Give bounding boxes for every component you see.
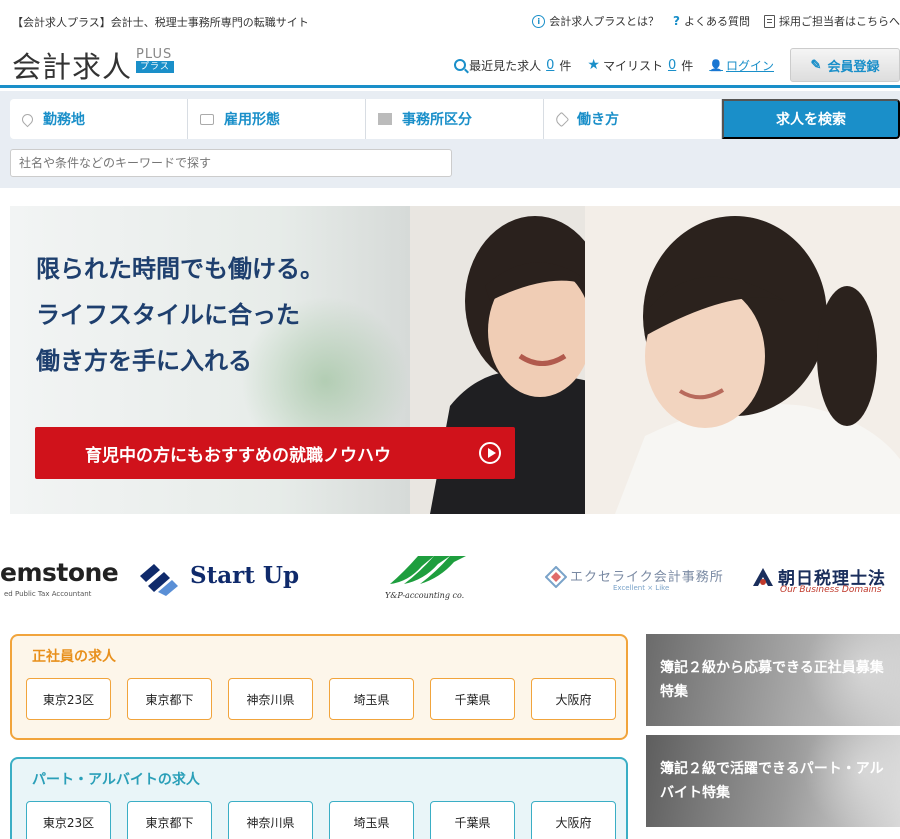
document-icon (764, 14, 775, 28)
search-icon (454, 59, 467, 71)
feature-banner-fulltime-title: 簿記２級から応募できる正社員募集特集 (660, 660, 884, 700)
fulltime-area-button[interactable]: 東京都下 (127, 678, 212, 720)
site-tagline: 【会計求人プラス】会計士、税理士事務所専門の転職サイト (12, 16, 309, 29)
site-logo[interactable]: 会計求人 PLUS プラス (12, 44, 174, 86)
fulltime-jobs-title: 正社員の求人 (32, 649, 116, 665)
faq-link[interactable]: ? よくある質問 (673, 13, 750, 29)
logo-gemstone-sub: ed Public Tax Accountant (4, 590, 92, 598)
register-button[interactable]: ✎ 会員登録 (790, 48, 900, 82)
logo-kana-text: プラス (136, 61, 174, 73)
parttime-area-button[interactable]: 千葉県 (430, 801, 515, 839)
top-strip: 【会計求人プラス】会計士、税理士事務所専門の転職サイト i 会計求人プラスとは？… (0, 0, 900, 40)
recruiter-link[interactable]: 採用ご担当者はこちらへ (764, 13, 900, 29)
filter-office-label: 事務所区分 (402, 112, 472, 128)
recent-jobs-count: 0 (546, 57, 555, 73)
logo-text: 会計求人 (12, 50, 133, 84)
filter-employment-type[interactable]: 雇用形態 (188, 99, 366, 139)
hero-line-1: 限られた時間でも働ける。 (36, 255, 324, 283)
hero-cta-label: 育児中の方にもおすすめの就職ノウハウ (85, 445, 391, 466)
filter-work-style[interactable]: 働き方 (544, 99, 722, 139)
parttime-area-list: 東京23区 東京都下 神奈川県 埼玉県 千葉県 大阪府 (26, 801, 616, 839)
header-nav: 最近見た求人 0 件 ★ マイリスト 0 件 👤 ログイン ✎ 会員登録 (454, 48, 900, 82)
parttime-area-button[interactable]: 神奈川県 (228, 801, 313, 839)
hero-line-3: 働き方を手に入れる (36, 347, 252, 375)
site-header: 会計求人 PLUS プラス 最近見た求人 0 件 ★ マイリスト 0 件 👤 ロ… (0, 40, 900, 88)
recent-jobs-label: 最近見た求人 (469, 58, 542, 73)
star-icon: ★ (587, 57, 600, 73)
fulltime-area-button[interactable]: 埼玉県 (329, 678, 414, 720)
job-search-button[interactable]: 求人を検索 (722, 99, 900, 139)
feature-banner-fulltime[interactable]: 簿記２級から応募できる正社員募集特集 (646, 634, 900, 726)
keyword-search-input[interactable] (10, 149, 452, 177)
parttime-jobs-title: パート・アルバイトの求人 (32, 772, 200, 788)
logo-asahi-sub: Our Business Domains (780, 585, 882, 595)
feature-banner-parttime[interactable]: 簿記２級で活躍できるパート・アルバイト特集 (646, 735, 900, 827)
logo-excelike[interactable]: エクセライク会計事務所 (570, 566, 724, 585)
login-link[interactable]: 👤 ログイン (709, 57, 774, 74)
yp-mark-icon (390, 556, 466, 584)
about-link-label: 会計求人プラスとは？ (549, 15, 660, 28)
hero-headline: 限られた時間でも働ける。 ライフスタイルに合った 働き方を手に入れる (36, 246, 324, 384)
parttime-area-button[interactable]: 東京23区 (26, 801, 111, 839)
fulltime-area-button[interactable]: 東京23区 (26, 678, 111, 720)
parttime-area-button[interactable]: 埼玉県 (329, 801, 414, 839)
filter-location[interactable]: 勤務地 (10, 99, 188, 139)
tag-icon (553, 111, 570, 127)
parttime-jobs-section: パート・アルバイトの求人 東京23区 東京都下 神奈川県 埼玉県 千葉県 大阪府 (10, 757, 628, 839)
about-link[interactable]: i 会計求人プラスとは？ (532, 13, 659, 29)
fulltime-area-button[interactable]: 神奈川県 (228, 678, 313, 720)
building-icon (378, 113, 392, 125)
briefcase-icon (200, 113, 214, 125)
hero-line-2: ライフスタイルに合った (36, 301, 300, 329)
fulltime-area-button[interactable]: 千葉県 (430, 678, 515, 720)
fulltime-area-list: 東京23区 東京都下 神奈川県 埼玉県 千葉県 大阪府 (26, 678, 616, 720)
partner-logos: emstone ed Public Tax Accountant Start U… (0, 540, 900, 610)
filter-location-label: 勤務地 (43, 112, 85, 128)
parttime-area-button[interactable]: 東京都下 (127, 801, 212, 839)
recruiter-link-label: 採用ご担当者はこちらへ (779, 15, 900, 28)
startup-mark-icon (140, 564, 178, 596)
mylist-label: マイリスト (602, 58, 663, 73)
user-icon: 👤 (709, 58, 723, 72)
question-icon: ? (673, 14, 680, 28)
info-icon: i (532, 14, 546, 28)
asahi-mark-icon (753, 568, 773, 586)
fulltime-jobs-section: 正社員の求人 東京23区 東京都下 神奈川県 埼玉県 千葉県 大阪府 (10, 634, 628, 740)
pencil-icon: ✎ (810, 57, 822, 72)
logo-badge: PLUS プラス (136, 48, 174, 73)
mylist-unit: 件 (681, 58, 694, 73)
logo-yp-accounting[interactable]: Y&P-accounting co. (385, 591, 464, 600)
play-arrow-icon (479, 442, 501, 464)
login-label: ログイン (725, 58, 774, 73)
recent-jobs-link[interactable]: 最近見た求人 0 件 (454, 57, 571, 74)
recent-jobs-unit: 件 (559, 58, 572, 73)
excelike-mark-icon (545, 566, 567, 588)
faq-link-label: よくある質問 (684, 15, 750, 28)
logo-gemstone[interactable]: emstone (0, 558, 119, 587)
filter-workstyle-label: 働き方 (577, 112, 619, 128)
fulltime-area-button[interactable]: 大阪府 (531, 678, 616, 720)
top-links: i 会計求人プラスとは？ ? よくある質問 採用ご担当者はこちらへ (532, 13, 900, 29)
logo-plus-text: PLUS (136, 47, 173, 62)
hero-banner[interactable]: 限られた時間でも働ける。 ライフスタイルに合った 働き方を手に入れる 育児中の方… (10, 206, 900, 514)
logo-startup[interactable]: Start Up (190, 562, 299, 589)
logo-excelike-sub: Excellent × Like (613, 584, 670, 592)
search-panel: 勤務地 雇用形態 事務所区分 働き方 求人を検索 (0, 91, 900, 188)
feature-banner-parttime-title: 簿記２級で活躍できるパート・アルバイト特集 (660, 761, 884, 801)
filter-bar: 勤務地 雇用形態 事務所区分 働き方 求人を検索 (10, 99, 900, 139)
filter-employment-label: 雇用形態 (224, 112, 280, 128)
mylist-link[interactable]: ★ マイリスト 0 件 (587, 57, 693, 74)
hero-cta-button[interactable]: 育児中の方にもおすすめの就職ノウハウ (35, 427, 515, 479)
mylist-count: 0 (667, 57, 677, 73)
filter-office-type[interactable]: 事務所区分 (366, 99, 544, 139)
location-pin-icon (19, 111, 36, 127)
hero-photo-woman-right (585, 206, 900, 514)
register-label: 会員登録 (827, 58, 880, 74)
parttime-area-button[interactable]: 大阪府 (531, 801, 616, 839)
